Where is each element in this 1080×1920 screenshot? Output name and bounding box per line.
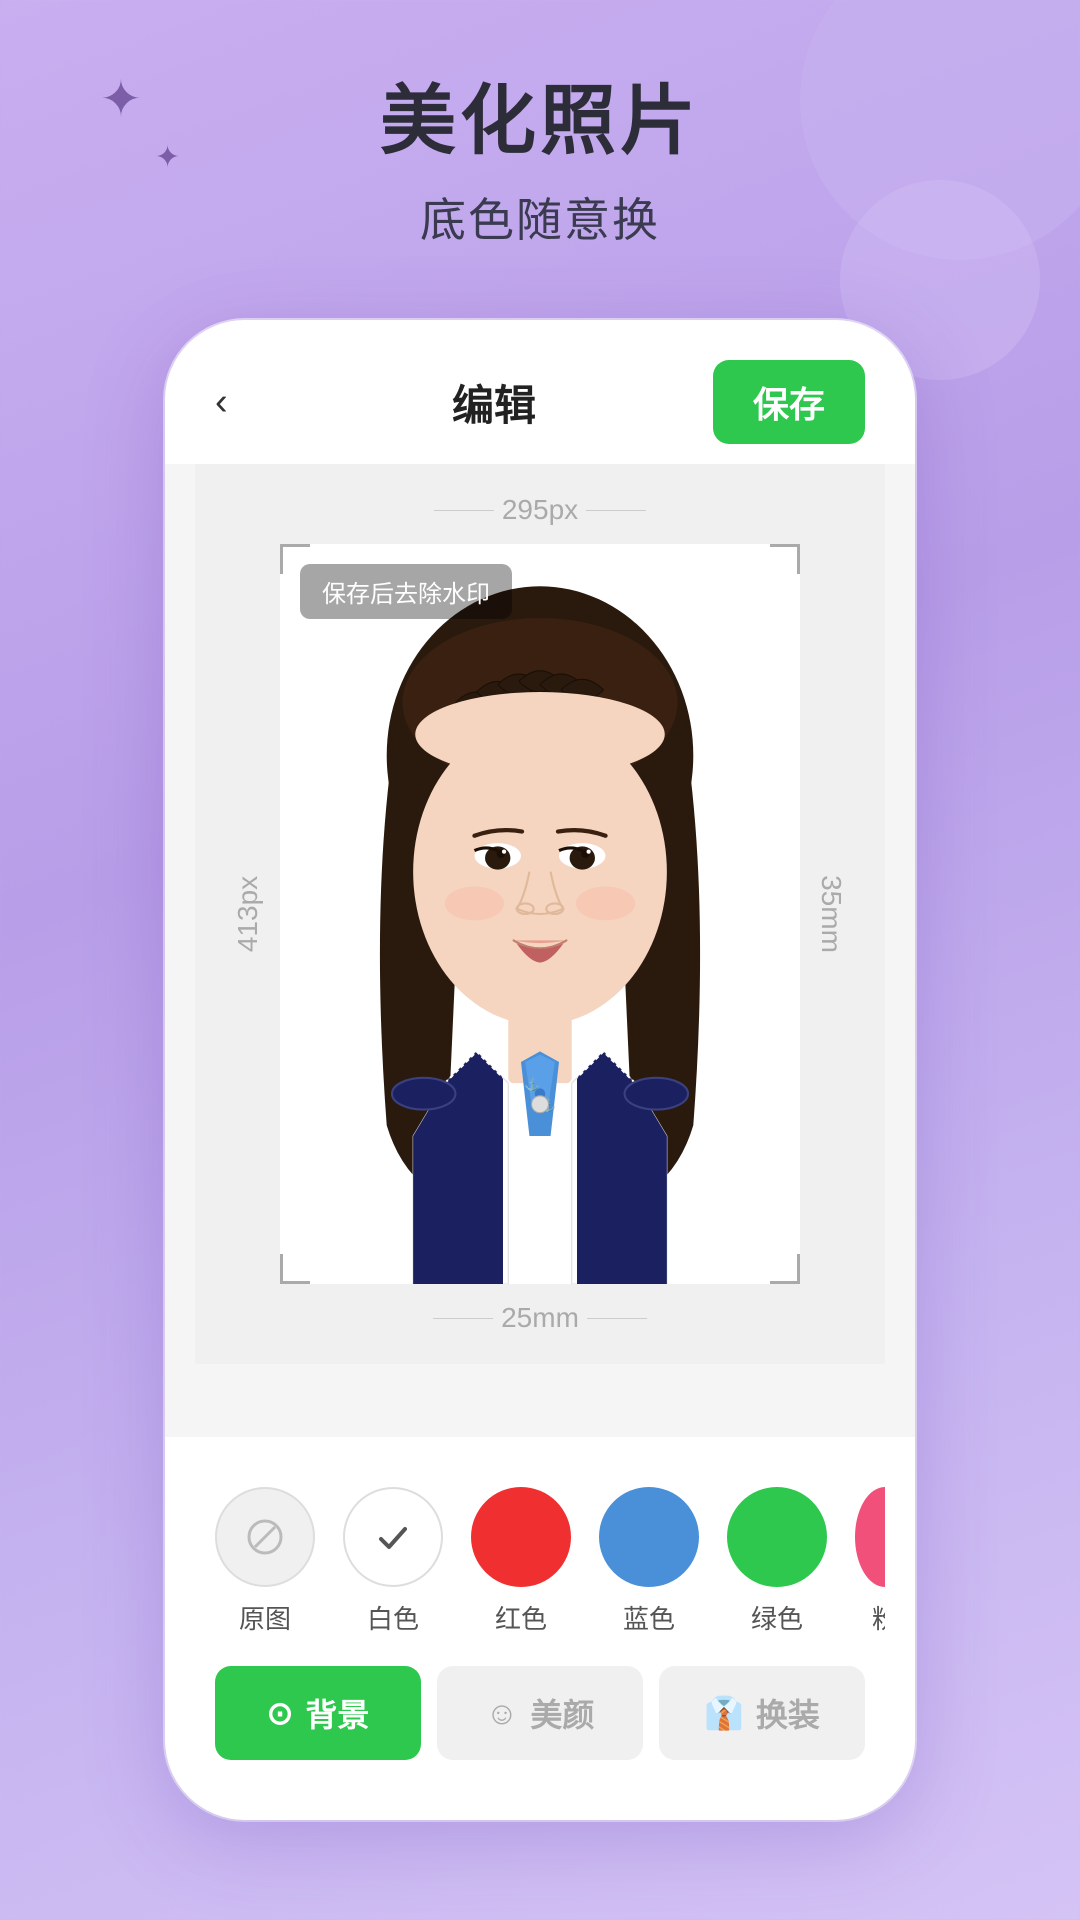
color-item-original[interactable]: 原图 [215,1487,315,1636]
photo-frame-wrapper: 295px 25mm 413px 35mm [280,544,800,1284]
page-title: 编辑 [452,372,536,433]
dim-bottom-label: 25mm [433,1302,647,1334]
tool-tabs: ⊙ 背景 ☺ 美颜 👔 换装 [195,1646,885,1760]
dim-left-label: 413px [232,876,264,952]
tab-background-label: 背景 [305,1690,369,1736]
portrait-image: ⚓ ⚓ [280,544,800,1284]
color-item-green[interactable]: 绿色 [727,1487,827,1636]
face-icon: ☺ [486,1695,519,1732]
color-item-pink[interactable]: 粉 [855,1487,885,1636]
color-label-green: 绿色 [751,1599,803,1636]
color-swatch-red [471,1487,571,1587]
color-item-red[interactable]: 红色 [471,1487,571,1636]
tab-beauty-label: 美颜 [530,1690,594,1736]
svg-text:⚓: ⚓ [524,1076,540,1091]
color-label-pink: 粉 [872,1599,885,1636]
tab-outfit[interactable]: 👔 换装 [659,1666,865,1760]
color-swatch-green [727,1487,827,1587]
shirt-icon: 👔 [704,1694,744,1732]
color-item-white[interactable]: 白色 [343,1487,443,1636]
check-icon [373,1517,413,1557]
save-button[interactable]: 保存 [713,360,865,444]
color-swatch-pink [855,1487,885,1587]
color-label-original: 原图 [239,1599,291,1636]
back-button[interactable]: ‹ [215,381,275,424]
color-swatch-blue [599,1487,699,1587]
color-label-white: 白色 [367,1599,419,1636]
phone-screen: ‹ 编辑 保存 295px 25mm 413px 35mm [165,320,915,1820]
bottom-panel: 原图 白色 红色 [165,1437,915,1820]
tab-outfit-label: 换装 [756,1690,820,1736]
sparkle-large-icon: ✦ [100,70,142,128]
phone-mockup: ‹ 编辑 保存 295px 25mm 413px 35mm [165,320,915,1820]
tab-background[interactable]: ⊙ 背景 [215,1666,421,1760]
sub-title: 底色随意换 [0,184,1080,250]
sparkle-small-icon: ✦ [155,140,180,175]
tab-beauty[interactable]: ☺ 美颜 [437,1666,643,1760]
color-item-blue[interactable]: 蓝色 [599,1487,699,1636]
watermark-label: 保存后去除水印 [300,564,512,619]
color-swatch-row: 原图 白色 红色 [195,1467,885,1646]
top-bar: ‹ 编辑 保存 [165,320,915,464]
color-label-red: 红色 [495,1599,547,1636]
color-swatch-white [343,1487,443,1587]
dim-right-label: 35mm [815,875,847,953]
header-area: ✦ ✦ 美化照片 底色随意换 [0,0,1080,250]
color-swatch-original [215,1487,315,1587]
camera-icon: ⊙ [267,1694,294,1732]
photo-canvas: 295px 25mm 413px 35mm [195,464,885,1364]
dim-top-label: 295px [434,494,646,526]
slash-icon [245,1517,285,1557]
photo-display-area: 保存后去除水印 [280,544,800,1284]
color-label-blue: 蓝色 [623,1599,675,1636]
